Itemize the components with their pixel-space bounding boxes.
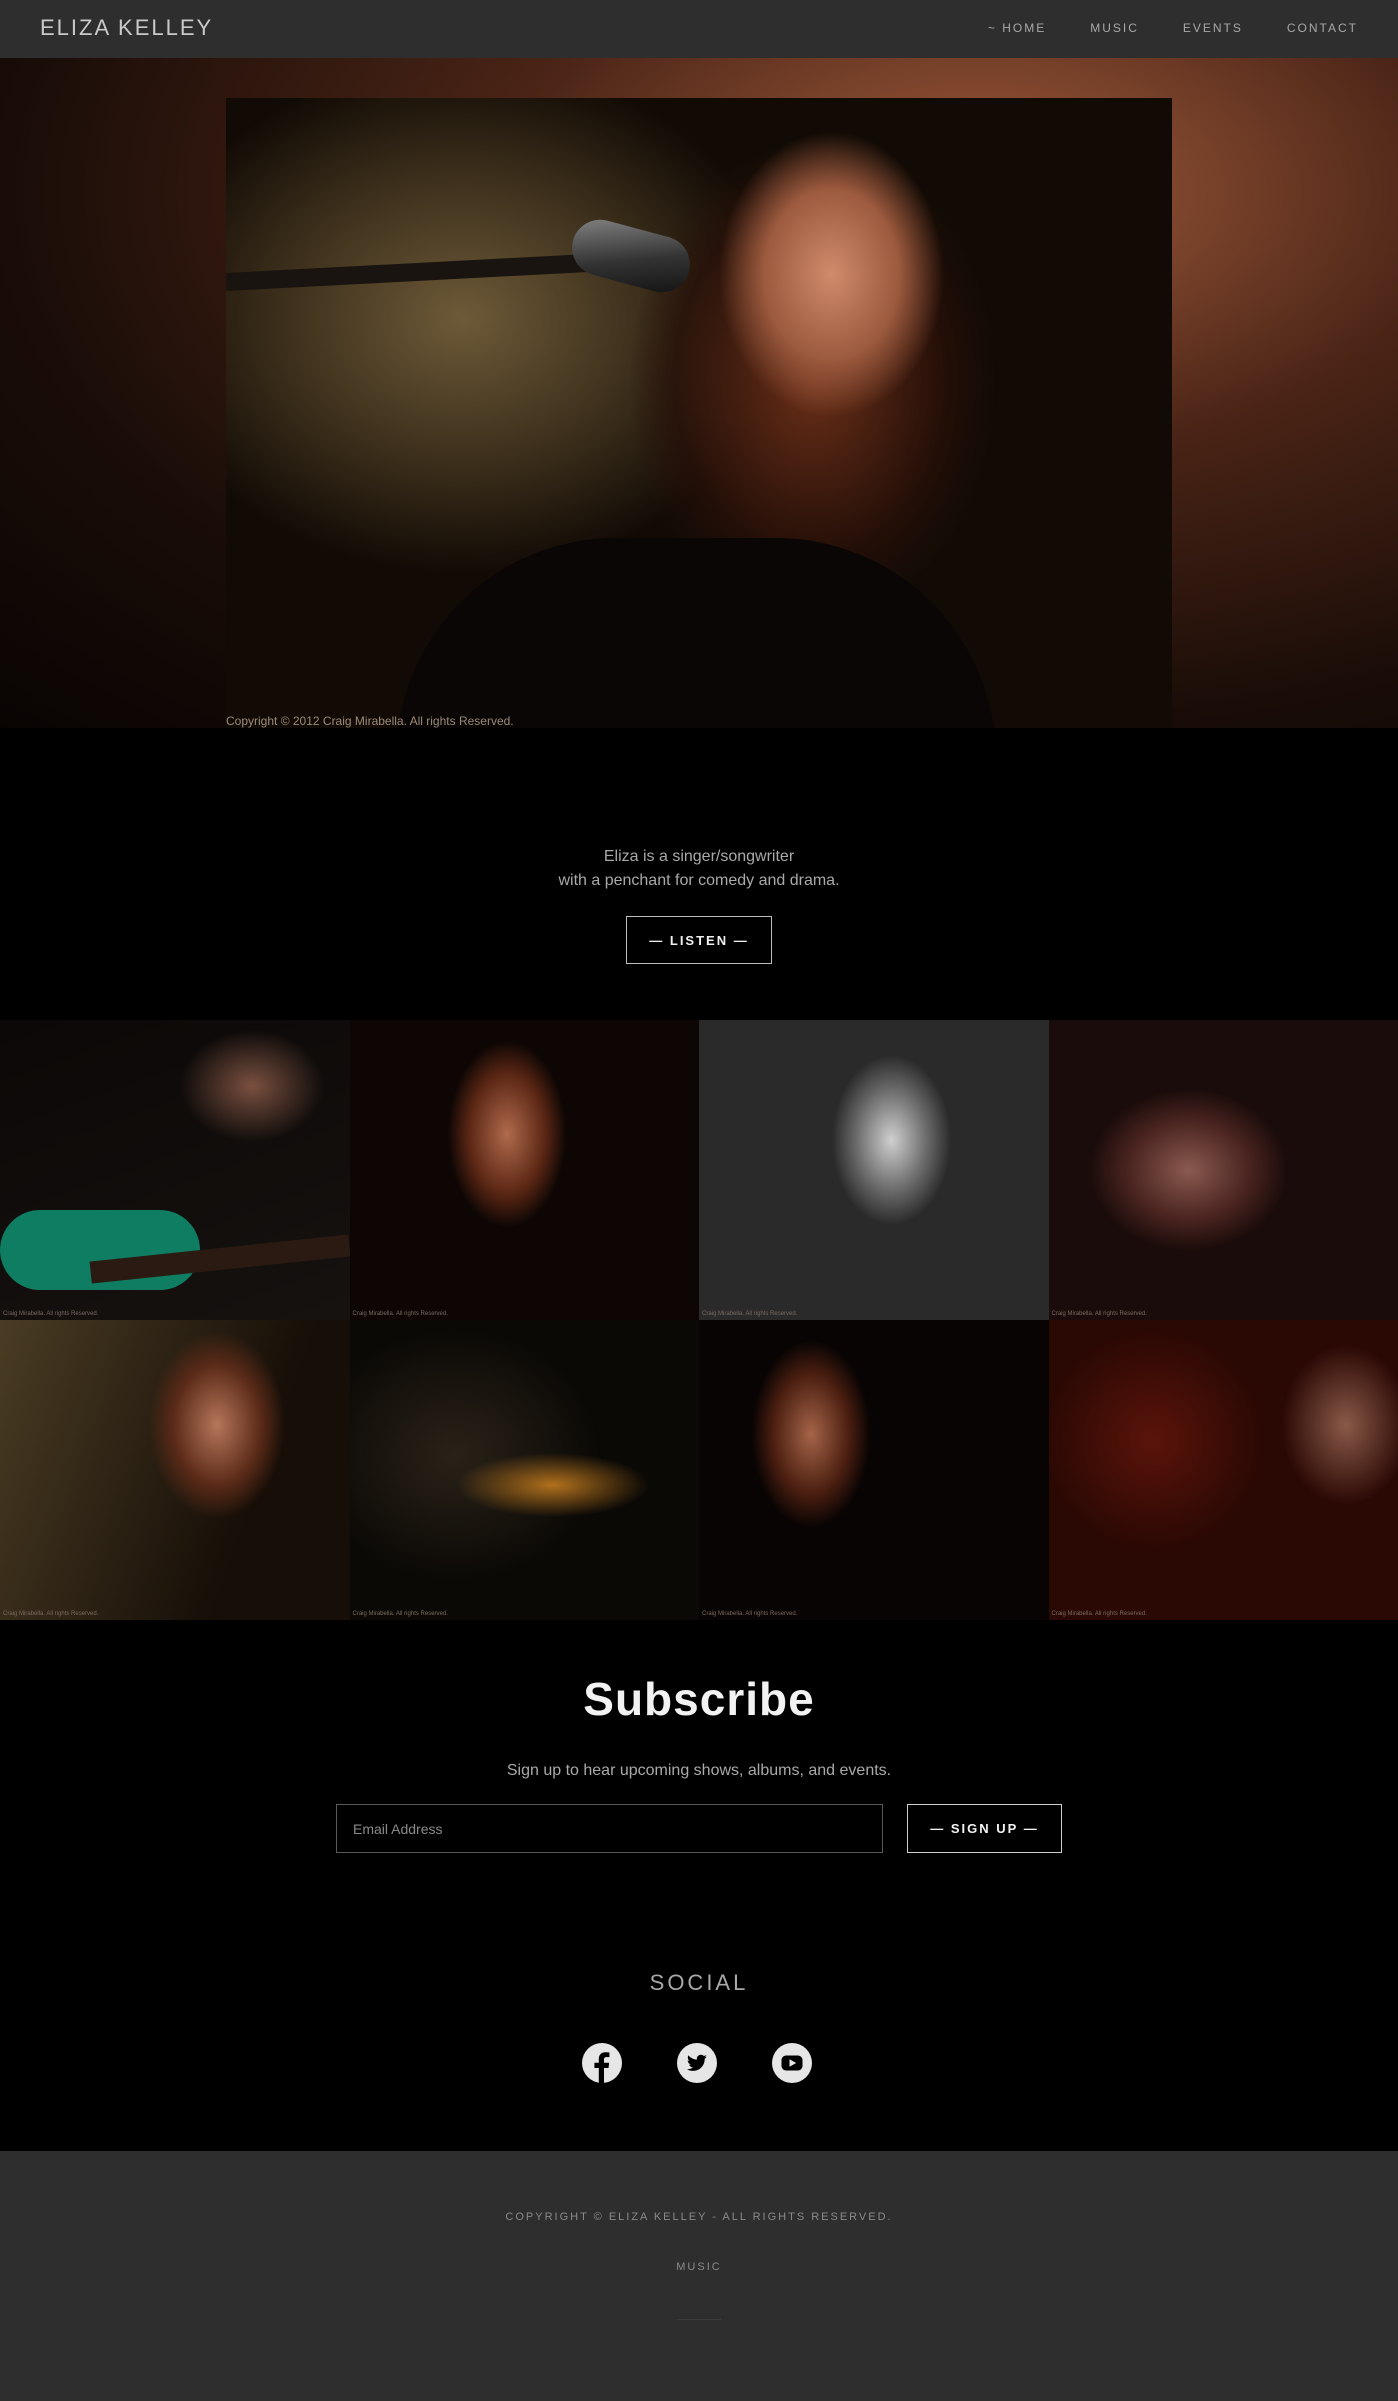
site-logo[interactable]: ELIZA KELLEY [40, 15, 213, 41]
gallery-photo-singer-profile[interactable]: Craig Mirabella. All rights Reserved. [349, 1020, 699, 1320]
photo-watermark: Craig Mirabella. All rights Reserved. [702, 1611, 798, 1617]
photo-watermark: Craig Mirabella. All rights Reserved. [1051, 1311, 1147, 1317]
facebook-icon[interactable] [582, 2043, 622, 2083]
gallery-photo-singer-smile[interactable]: Craig Mirabella. All rights Reserved. [0, 1320, 350, 1620]
hero-section: Copyright © 2012 Craig Mirabella. All ri… [0, 58, 1398, 728]
site-footer: COPYRIGHT © ELIZA KELLEY - ALL RIGHTS RE… [0, 2151, 1398, 2401]
sign-up-button[interactable]: — SIGN UP — [907, 1804, 1062, 1853]
twitter-icon[interactable] [677, 2043, 717, 2083]
site-header: ELIZA KELLEY HOME MUSIC EVENTS CONTACT [0, 0, 1398, 58]
intro-line-1: Eliza is a singer/songwriter [603, 848, 795, 865]
gallery-photo-guitar-headstock[interactable]: Craig Mirabella. All rights Reserved. [349, 1320, 699, 1620]
intro-line-2: with a penchant for comedy and drama. [558, 872, 840, 889]
nav-home[interactable]: HOME [988, 21, 1046, 35]
microphone-shape [565, 213, 697, 299]
footer-copyright: COPYRIGHT © ELIZA KELLEY - ALL RIGHTS RE… [505, 2211, 893, 2223]
social-title: SOCIAL [649, 1970, 749, 1995]
nav-events[interactable]: EVENTS [1183, 21, 1243, 35]
photo-watermark: Craig Mirabella. All rights Reserved. [352, 1311, 448, 1317]
gallery-photo-drummer[interactable]: Craig Mirabella. All rights Reserved. [1048, 1020, 1398, 1320]
photo-watermark: Craig Mirabella. All rights Reserved. [3, 1311, 99, 1317]
intro-text: Eliza is a singer/songwriter with a penc… [0, 845, 1398, 893]
social-links [582, 2043, 812, 2083]
photo-gallery: Craig Mirabella. All rights Reserved. Cr… [0, 1020, 1398, 1620]
photo-copyright: Copyright © 2012 Craig Mirabella. All ri… [226, 714, 514, 728]
main-nav: HOME MUSIC EVENTS CONTACT [988, 21, 1358, 35]
subscribe-title: Subscribe [583, 1673, 815, 1725]
photo-watermark: Craig Mirabella. All rights Reserved. [702, 1311, 798, 1317]
email-input[interactable] [336, 1804, 883, 1853]
youtube-icon[interactable] [772, 2043, 812, 2083]
photo-watermark: Craig Mirabella. All rights Reserved. [1051, 1611, 1147, 1617]
gallery-photo-singer-bw[interactable]: Craig Mirabella. All rights Reserved. [699, 1020, 1049, 1320]
subscribe-description: Sign up to hear upcoming shows, albums, … [506, 1762, 892, 1779]
photo-watermark: Craig Mirabella. All rights Reserved. [3, 1611, 99, 1617]
footer-link-music[interactable]: MUSIC [0, 2261, 1398, 2273]
gallery-photo-guitarist-red[interactable]: Craig Mirabella. All rights Reserved. [1048, 1320, 1398, 1620]
gallery-photo-guitarist[interactable]: Craig Mirabella. All rights Reserved. [0, 1020, 350, 1320]
nav-contact[interactable]: CONTACT [1287, 21, 1358, 35]
footer-divider [677, 2319, 721, 2320]
listen-button[interactable]: — LISTEN — [626, 916, 772, 964]
gallery-photo-singer-laughing[interactable]: Craig Mirabella. All rights Reserved. [699, 1320, 1049, 1620]
singer-shape [396, 538, 996, 728]
hero-photo: Copyright © 2012 Craig Mirabella. All ri… [226, 98, 1172, 728]
photo-watermark: Craig Mirabella. All rights Reserved. [352, 1611, 448, 1617]
nav-music[interactable]: MUSIC [1090, 21, 1139, 35]
mic-stand-shape [226, 254, 586, 291]
